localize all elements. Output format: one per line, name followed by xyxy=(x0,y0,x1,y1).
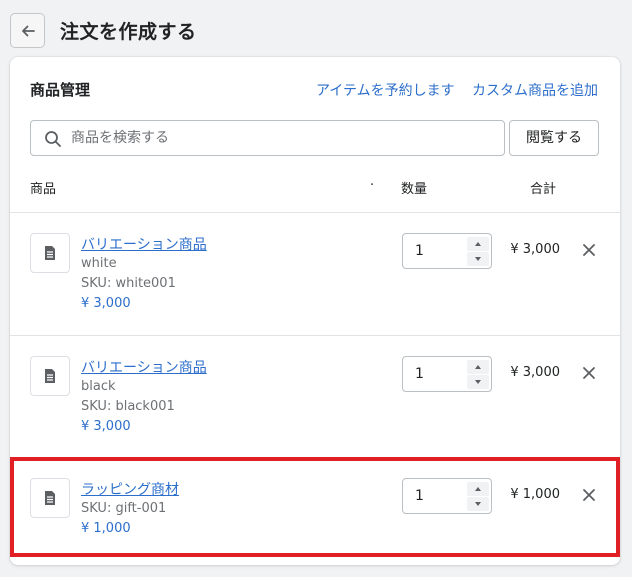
product-price: ¥ 3,000 xyxy=(81,296,131,311)
search-icon xyxy=(45,131,61,147)
close-icon xyxy=(583,367,595,379)
product-management-card: 商品管理 アイテムを予約します カスタム商品を追加 閲覧する 商品 · 数量 合… xyxy=(10,57,620,565)
remove-item-button[interactable] xyxy=(580,241,598,259)
page-header: 注文を作成する xyxy=(0,0,632,60)
quantity-value: 1 xyxy=(415,243,424,259)
quantity-stepper[interactable]: 1 xyxy=(402,478,492,514)
product-sku: SKU: white001 xyxy=(81,276,176,291)
page-title: 注文を作成する xyxy=(60,21,197,43)
increment-button[interactable] xyxy=(467,237,489,251)
increment-button[interactable] xyxy=(467,360,489,374)
document-icon xyxy=(45,246,55,260)
quantity-value: 1 xyxy=(415,488,424,504)
remove-item-button[interactable] xyxy=(580,364,598,382)
caret-up-icon xyxy=(475,242,481,246)
back-button[interactable] xyxy=(10,13,45,48)
product-variant: white xyxy=(81,256,117,271)
column-header-product: 商品 xyxy=(30,182,57,197)
remove-item-button[interactable] xyxy=(580,486,598,504)
column-header-separator: · xyxy=(370,178,375,193)
product-variant: black xyxy=(81,379,116,394)
product-search[interactable] xyxy=(30,120,505,156)
product-price: ¥ 1,000 xyxy=(81,521,131,536)
add-custom-product-link[interactable]: カスタム商品を追加 xyxy=(472,80,598,100)
close-icon xyxy=(583,244,595,256)
product-name-link[interactable]: ラッピング商材 xyxy=(81,479,179,499)
reserve-items-link[interactable]: アイテムを予約します xyxy=(316,80,455,100)
increment-button[interactable] xyxy=(467,482,489,496)
product-thumbnail xyxy=(30,233,70,273)
line-total: ¥ 3,000 xyxy=(510,365,560,380)
line-total: ¥ 3,000 xyxy=(510,242,560,257)
section-title: 商品管理 xyxy=(30,81,91,99)
caret-up-icon xyxy=(475,487,481,491)
caret-up-icon xyxy=(475,365,481,369)
search-input[interactable] xyxy=(71,121,491,155)
column-header-total: 合計 xyxy=(530,182,557,197)
quantity-stepper[interactable]: 1 xyxy=(402,233,492,269)
decrement-button[interactable] xyxy=(467,497,489,511)
caret-down-icon xyxy=(475,257,481,261)
line-total: ¥ 1,000 xyxy=(510,487,560,502)
quantity-stepper[interactable]: 1 xyxy=(402,356,492,392)
column-header-quantity: 数量 xyxy=(401,182,428,197)
quantity-value: 1 xyxy=(415,366,424,382)
product-name-link[interactable]: バリエーション商品 xyxy=(81,357,207,377)
product-price: ¥ 3,000 xyxy=(81,419,131,434)
browse-button[interactable]: 閲覧する xyxy=(509,120,599,156)
line-item-row: ラッピング商材 SKU: gift-001 ¥ 1,000 1 ¥ 1,000 xyxy=(10,458,620,565)
decrement-button[interactable] xyxy=(467,375,489,389)
product-name-link[interactable]: バリエーション商品 xyxy=(81,234,207,254)
product-sku: SKU: black001 xyxy=(81,399,175,414)
decrement-button[interactable] xyxy=(467,252,489,266)
document-icon xyxy=(45,369,55,383)
document-icon xyxy=(45,491,55,505)
product-sku: SKU: gift-001 xyxy=(81,501,167,516)
caret-down-icon xyxy=(475,380,481,384)
line-item-row: バリエーション商品 white SKU: white001 ¥ 3,000 1 … xyxy=(10,213,620,335)
product-thumbnail xyxy=(30,356,70,396)
line-item-row: バリエーション商品 black SKU: black001 ¥ 3,000 1 … xyxy=(10,336,620,458)
caret-down-icon xyxy=(475,502,481,506)
product-thumbnail xyxy=(30,478,70,518)
arrow-left-icon xyxy=(21,25,35,36)
close-icon xyxy=(583,489,595,501)
